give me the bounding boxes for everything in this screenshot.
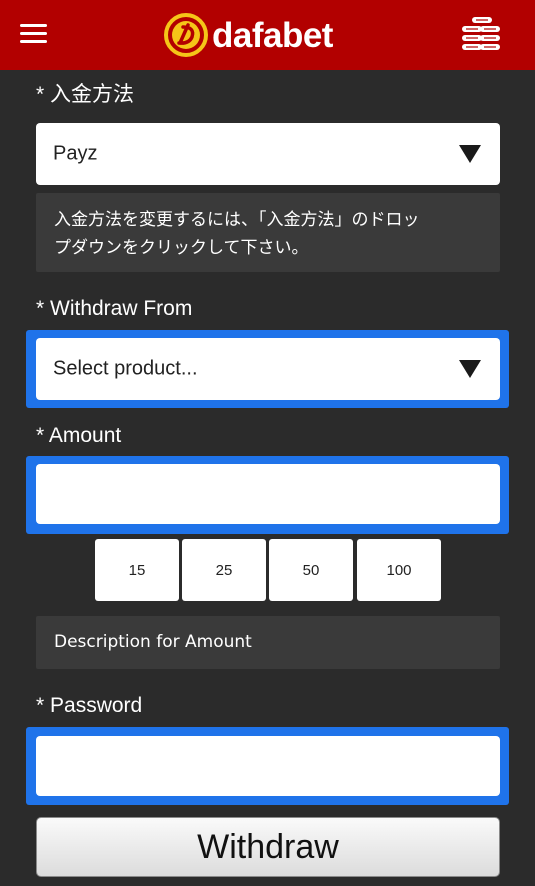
withdraw-from-select[interactable]: Select product... [36,338,500,400]
withdraw-from-label: * Withdraw From [36,297,193,320]
logo-text: dafabet [212,15,333,55]
dropdown-triangle-icon [459,145,481,163]
deposit-method-label: * 入金方法 [36,83,135,106]
withdraw-from-value: Select product... [53,357,198,380]
dropdown-triangle-icon [459,360,481,378]
deposit-method-select[interactable]: Payz [36,123,500,185]
password-input[interactable] [36,736,500,796]
hamburger-menu-icon[interactable] [20,24,47,44]
amount-description: Description for Amount [36,616,500,669]
deposit-method-help: 入金方法を変更するには、「入金方法」のドロッ プダウンをクリックして下さい。 [36,193,500,272]
quick-amount-25[interactable]: 25 [182,539,266,601]
app-header: dafabet [0,0,535,70]
password-label: * Password [36,694,143,717]
quick-amount-100[interactable]: 100 [357,539,441,601]
help-text-line-1: 入金方法を変更するには、「入金方法」のドロッ [54,210,420,230]
deposit-method-value: Payz [53,142,98,165]
help-text-line-2: プダウンをクリックして下さい。 [54,238,309,258]
withdraw-button[interactable]: Withdraw [36,817,500,877]
coin-stack-icon[interactable] [458,15,502,53]
quick-amount-15[interactable]: 15 [95,539,179,601]
amount-description-text: Description for Amount [54,632,252,652]
dafabet-logo[interactable]: dafabet [164,12,333,58]
dafabet-logo-icon [164,13,208,57]
amount-input[interactable] [36,464,500,524]
quick-amount-50[interactable]: 50 [269,539,353,601]
amount-label: * Amount [36,424,122,447]
